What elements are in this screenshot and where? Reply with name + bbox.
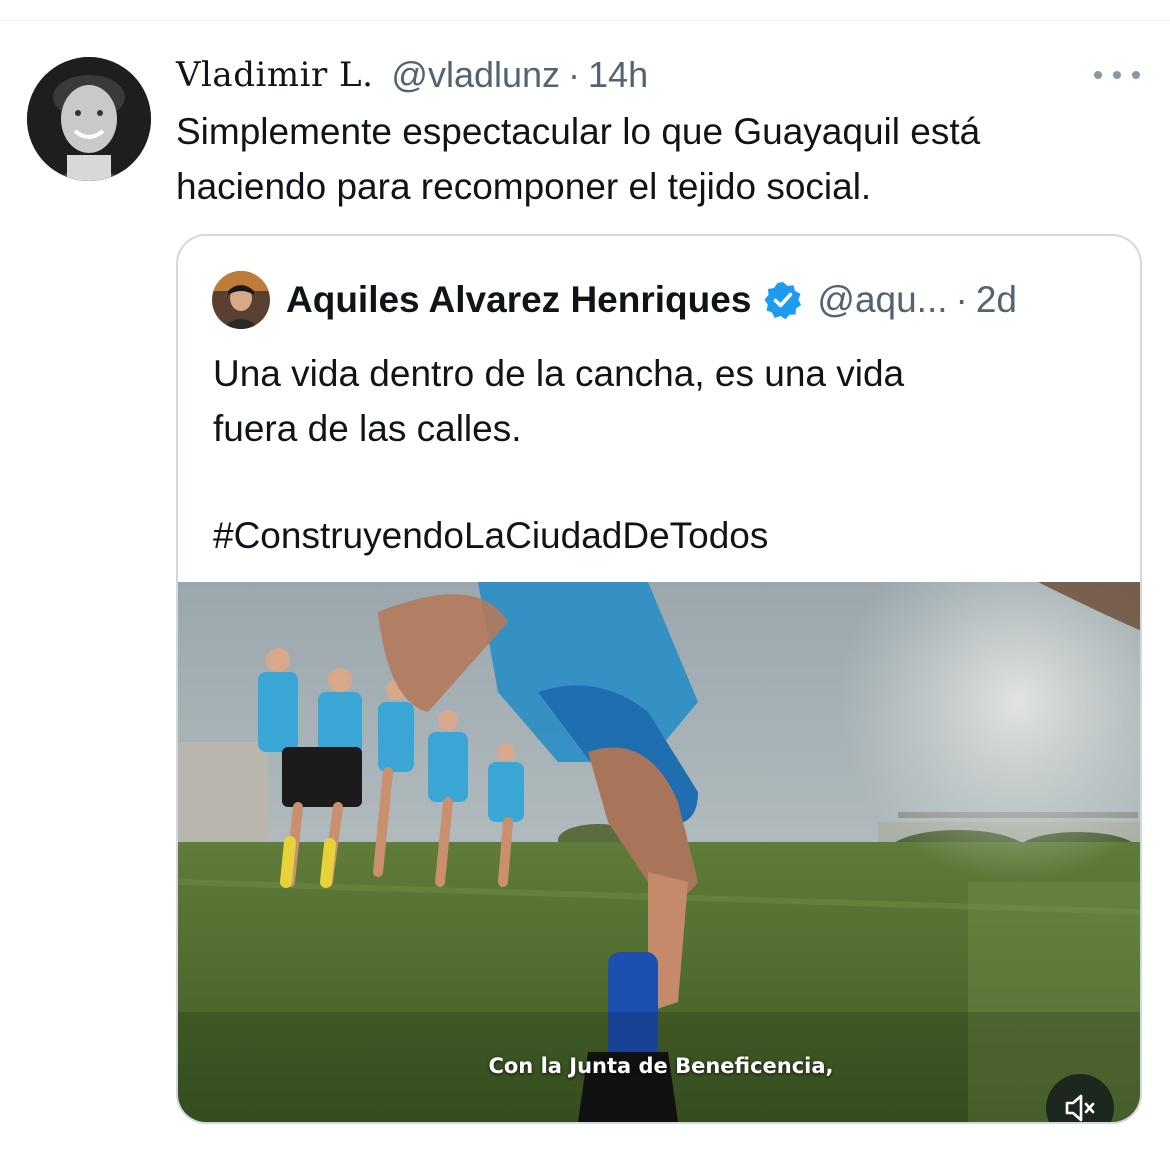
quoted-author-avatar[interactable] bbox=[212, 271, 270, 329]
quoted-header-separator: · bbox=[955, 279, 968, 320]
author-display-name[interactable]: Vladimir L. bbox=[176, 55, 373, 95]
quoted-tweet-text: Una vida dentro de la cancha, es una vid… bbox=[213, 346, 1113, 563]
hashtag-link[interactable]: #ConstruyendoLaCiudadDeTodos bbox=[213, 508, 1113, 563]
tweet-timestamp[interactable]: 14h bbox=[588, 54, 648, 96]
author-handle[interactable]: @vladlunz bbox=[391, 54, 560, 96]
tweet-text: Simplemente espectacular lo que Guayaqui… bbox=[176, 104, 1136, 214]
quoted-tweet-timestamp[interactable]: 2d bbox=[976, 279, 1017, 321]
verified-badge-icon bbox=[763, 280, 803, 320]
quoted-author-display-name[interactable]: Aquiles Alvarez Henriques bbox=[286, 279, 751, 321]
tweet-header: Vladimir L. @vladlunz · 14h bbox=[176, 52, 648, 98]
header-separator: · bbox=[568, 54, 581, 95]
quoted-author-handle[interactable]: @aqu... bbox=[817, 279, 947, 321]
video-frame bbox=[178, 582, 1140, 1122]
tweet-text-line: haciendo para recomponer el tejido socia… bbox=[176, 166, 872, 207]
quoted-tweet-card[interactable]: Aquiles Alvarez Henriques @aqu... · 2d U… bbox=[176, 234, 1142, 1124]
volume-muted-icon bbox=[1062, 1090, 1098, 1122]
quoted-tweet-header: Aquiles Alvarez Henriques @aqu... · 2d bbox=[286, 276, 1017, 324]
quoted-text-line: Una vida dentro de la cancha, es una vid… bbox=[213, 353, 905, 394]
more-horizontal-icon[interactable] bbox=[1094, 62, 1140, 88]
video-caption: Con la Junta de Beneficencia, bbox=[488, 1054, 834, 1078]
video-player[interactable]: Con la Junta de Beneficencia, bbox=[178, 582, 1140, 1122]
author-avatar[interactable] bbox=[27, 57, 151, 181]
tweet-text-line: Simplemente espectacular lo que Guayaqui… bbox=[176, 111, 981, 152]
top-divider bbox=[0, 20, 1170, 21]
quoted-text-line: fuera de las calles. bbox=[213, 408, 522, 449]
